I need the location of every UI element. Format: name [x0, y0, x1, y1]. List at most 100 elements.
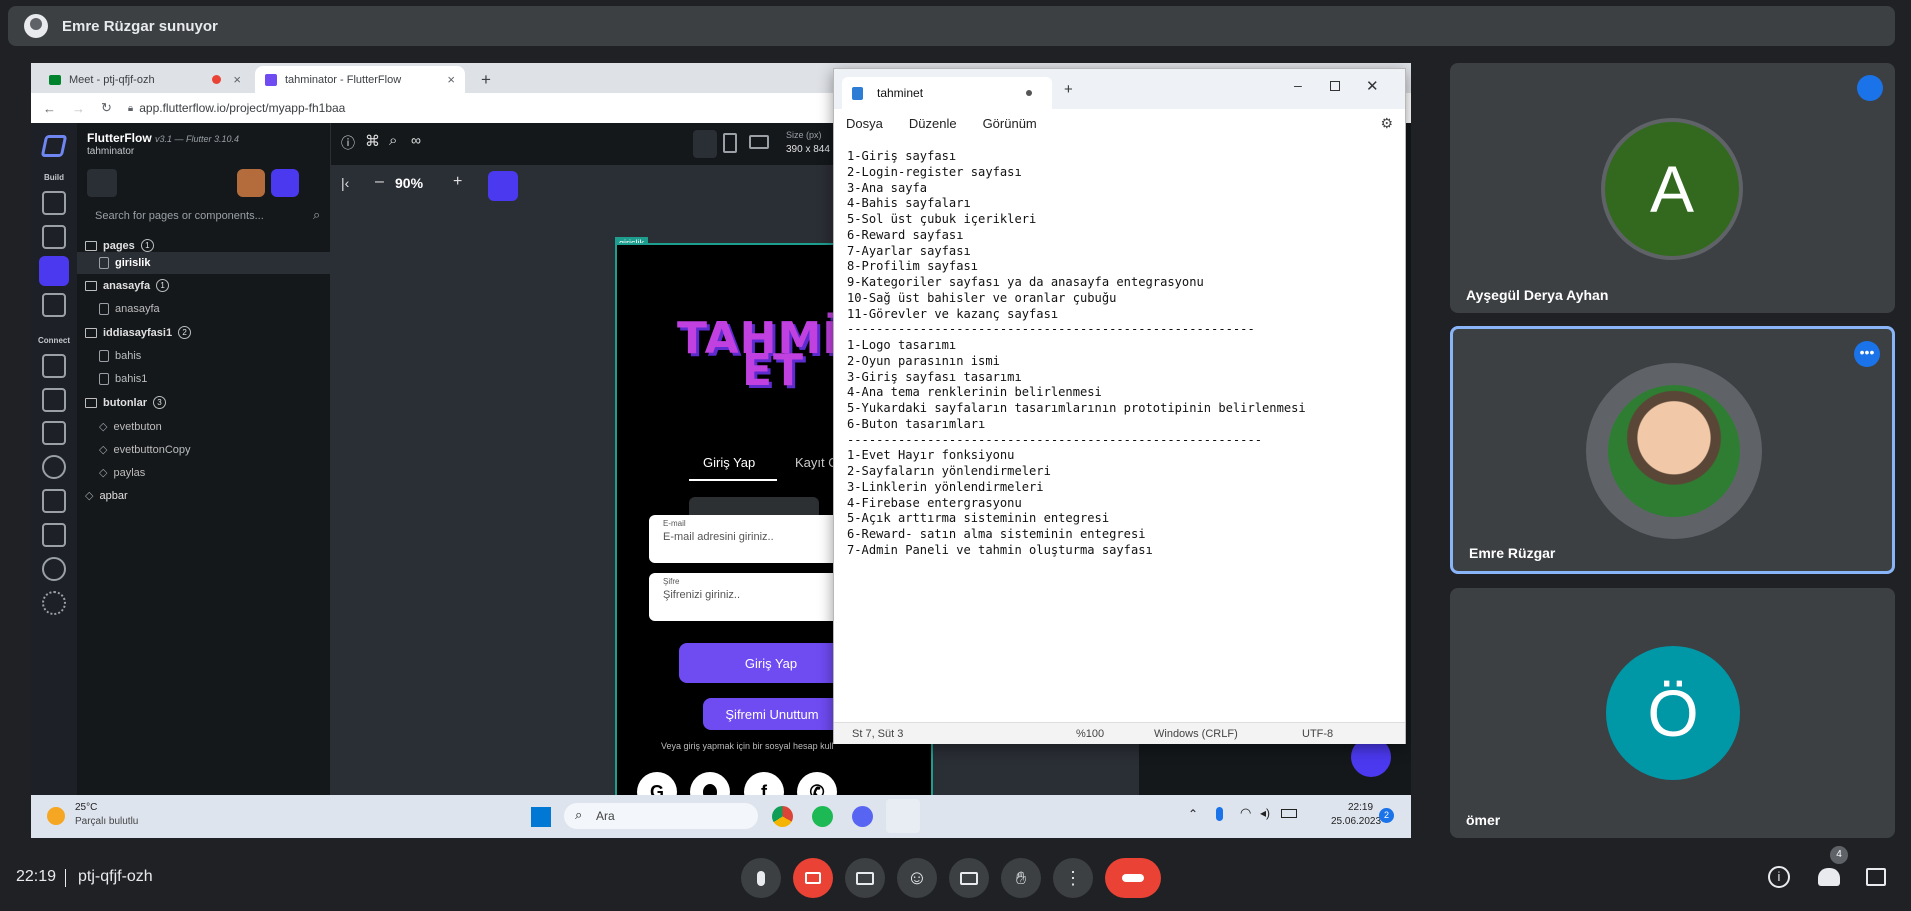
present-button[interactable] — [949, 858, 989, 898]
reload-icon[interactable]: ↻ — [101, 100, 112, 116]
chevron-up-icon[interactable]: ⌃ — [1188, 807, 1198, 821]
close-icon[interactable]: × — [447, 72, 455, 87]
new-folder-icon[interactable] — [203, 169, 231, 197]
page-icon — [99, 373, 109, 385]
participant-avatar: A — [1601, 118, 1743, 260]
storyboard-icon[interactable] — [42, 293, 66, 317]
forgot-password-button[interactable]: Şifremi Unuttum — [703, 698, 841, 730]
close-icon[interactable]: × — [233, 72, 241, 87]
browser-tab-meet[interactable]: Meet - ptj-qfjf-ozh × — [39, 66, 251, 93]
component-item-evetbuton[interactable]: ◇ evetbuton — [99, 420, 162, 434]
captions-button[interactable] — [845, 858, 885, 898]
notification-badge[interactable]: 2 — [1379, 808, 1394, 823]
wifi-icon[interactable]: ◠ — [1240, 805, 1251, 821]
participant-tile[interactable]: A Ayşegül Derya Ayhan — [1450, 63, 1895, 313]
end-call-button[interactable] — [1105, 858, 1161, 898]
raise-hand-button[interactable]: ✋︎ — [1001, 858, 1041, 898]
emoji-button[interactable]: ☺ — [897, 858, 937, 898]
clock-date[interactable]: 25.06.2023 — [1331, 816, 1381, 827]
folder-butonlar[interactable]: butonlar 3 — [85, 396, 166, 409]
custom-code-icon[interactable] — [42, 523, 66, 547]
zoom-out-button[interactable]: – — [375, 173, 384, 191]
participant-tile[interactable]: Ö ömer — [1450, 588, 1895, 838]
url-field[interactable]: app.flutterflow.io/project/myapp-fh1baa — [139, 101, 345, 115]
windows-start-icon[interactable] — [531, 807, 551, 827]
discord-icon[interactable] — [852, 806, 873, 827]
menu-duzenle[interactable]: Düzenle — [909, 116, 957, 131]
component-item-evetbuttoncopy[interactable]: ◇ evetbuttonCopy — [99, 443, 191, 457]
app-state-icon[interactable] — [42, 455, 66, 479]
search-icon[interactable]: ⌕ — [389, 132, 397, 149]
gem-tab-icon[interactable] — [159, 169, 189, 197]
notepad-taskbar-icon[interactable] — [886, 799, 920, 833]
add-widget-button[interactable] — [488, 171, 518, 201]
page-item-bahis[interactable]: bahis — [99, 350, 141, 362]
forward-icon[interactable]: → — [72, 101, 85, 116]
pages-icon[interactable] — [39, 256, 69, 286]
shortcut-icon[interactable]: ⌘ — [365, 132, 380, 150]
media-assets-icon[interactable] — [42, 489, 66, 513]
link-icon[interactable]: ∞ — [411, 132, 421, 148]
close-icon[interactable]: ✕ — [1366, 77, 1379, 95]
widget-tree-icon[interactable] — [42, 225, 66, 249]
battery-icon[interactable] — [1281, 809, 1297, 818]
taskbar-search-input[interactable]: Ara — [564, 803, 758, 829]
new-tab-icon[interactable]: + — [1064, 81, 1073, 98]
camera-off-button[interactable] — [793, 858, 833, 898]
participant-tile-active[interactable]: ••• Emre Rüzgar — [1450, 326, 1895, 574]
add-component-icon[interactable] — [271, 169, 299, 197]
gear-icon[interactable]: ⚙ — [1380, 115, 1393, 132]
clock-time[interactable]: 22:19 — [1348, 802, 1373, 813]
components-tab-icon[interactable] — [123, 169, 153, 197]
device-tablet-icon[interactable] — [723, 133, 737, 153]
add-widget-icon[interactable] — [42, 191, 66, 215]
minimize-icon[interactable]: – — [1294, 77, 1302, 93]
device-phone-icon[interactable] — [693, 130, 717, 158]
mic-button[interactable] — [741, 858, 781, 898]
info-icon[interactable]: i — [1768, 866, 1790, 888]
folder-pages[interactable]: pages 1 — [85, 239, 154, 252]
people-icon[interactable] — [1818, 868, 1840, 886]
page-item-anasayfa[interactable]: anasayfa — [99, 303, 160, 315]
zoom-in-button[interactable]: + — [453, 173, 462, 191]
chat-icon[interactable] — [1866, 868, 1886, 886]
spotify-icon[interactable] — [812, 806, 833, 827]
api-calls-icon[interactable] — [42, 421, 66, 445]
more-options-button[interactable]: ⋮ — [1053, 858, 1093, 898]
device-desktop-icon[interactable] — [749, 135, 769, 149]
audio-indicator-icon — [1857, 75, 1883, 101]
search-icon[interactable]: ⌕ — [313, 207, 320, 223]
participant-name: ömer — [1466, 812, 1501, 828]
component-item-apbar[interactable]: ◇ apbar — [85, 489, 128, 503]
theme-icon[interactable] — [42, 557, 66, 581]
mic-tray-icon[interactable] — [1216, 807, 1223, 821]
menu-gorunum[interactable]: Görünüm — [983, 116, 1037, 131]
maximize-icon[interactable] — [1330, 81, 1340, 91]
back-icon[interactable]: ← — [43, 101, 56, 116]
page-item-bahis1[interactable]: bahis1 — [99, 373, 147, 385]
data-schema-icon[interactable] — [42, 388, 66, 412]
firestore-icon[interactable] — [42, 354, 66, 378]
component-gem-icon: ◇ — [99, 444, 108, 456]
folder-iddiasayfasi[interactable]: iddiasayfasi1 2 — [85, 326, 192, 339]
volume-icon[interactable]: ◂) — [1260, 806, 1270, 820]
add-page-icon[interactable] — [237, 169, 265, 197]
search-input[interactable]: Search for pages or components... — [87, 206, 307, 228]
collapse-panel-icon[interactable]: |‹ — [341, 175, 349, 191]
app-name: FlutterFlow v3.1 — Flutter 3.10.4 — [87, 131, 239, 145]
chrome-icon[interactable] — [772, 806, 793, 827]
page-item-girislik[interactable]: girislik — [77, 252, 330, 274]
notepad-text-area[interactable]: 1-Giriş sayfası 2-Login-register sayfası… — [847, 149, 1397, 559]
new-tab-button[interactable]: + — [471, 66, 501, 93]
browser-tab-flutterflow[interactable]: tahminator - FlutterFlow × — [255, 66, 465, 93]
notepad-tab[interactable]: tahminet — [842, 77, 1052, 109]
menu-dosya[interactable]: Dosya — [846, 116, 883, 131]
cursor-position: St 7, Süt 3 — [852, 728, 904, 740]
more-options-icon[interactable]: ••• — [1854, 341, 1880, 367]
tab-login[interactable]: Giriş Yap — [703, 455, 755, 470]
help-icon[interactable]: ⓘ — [341, 133, 355, 153]
pages-tab-icon[interactable] — [87, 169, 117, 197]
folder-anasayfa[interactable]: anasayfa 1 — [85, 279, 170, 292]
component-item-paylas[interactable]: ◇ paylas — [99, 466, 145, 480]
settings-icon[interactable] — [42, 591, 66, 615]
